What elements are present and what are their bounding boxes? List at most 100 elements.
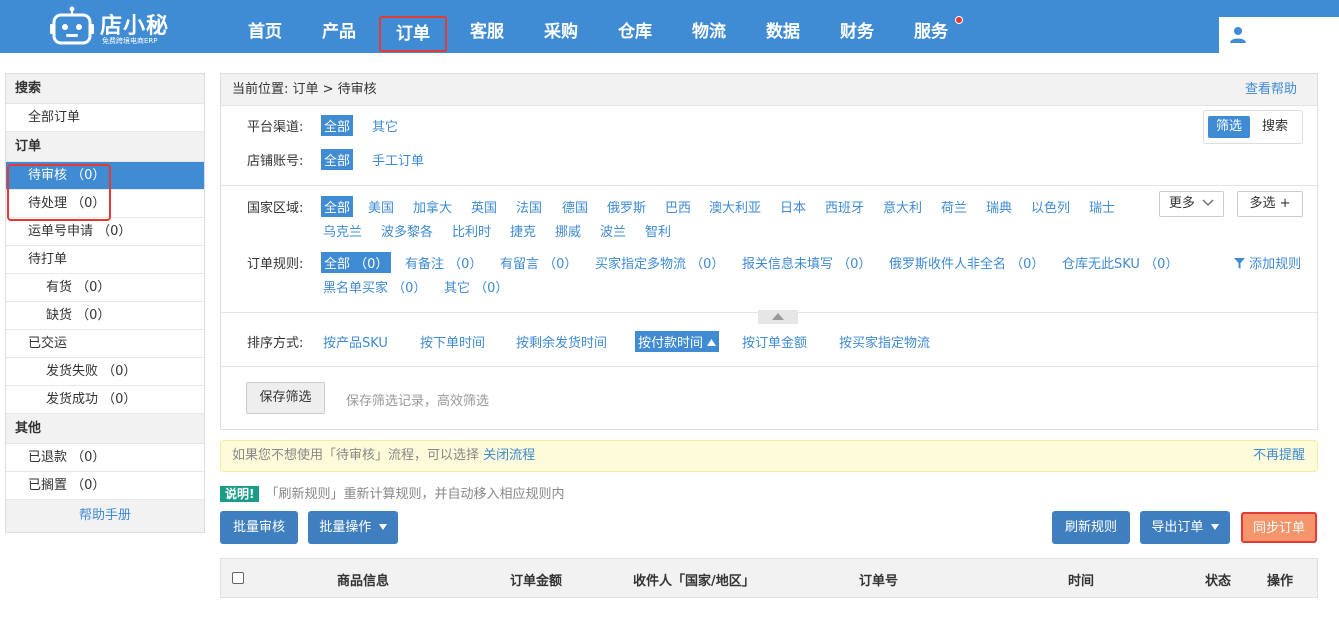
- filter-search-toggle: 筛选 搜索: [1203, 110, 1303, 144]
- country-label: 国家区域:: [247, 201, 304, 216]
- sidebar-head-orders: 订单: [6, 132, 204, 162]
- nav-purchase[interactable]: 采购: [528, 15, 594, 51]
- country-nl[interactable]: 荷兰: [941, 197, 967, 216]
- sidebar-item-ship-success[interactable]: 发货成功 （0）: [6, 386, 204, 414]
- sidebar-item-shelved[interactable]: 已搁置 （0）: [6, 472, 204, 500]
- rule-all[interactable]: 全部 （0）: [321, 252, 392, 273]
- add-rule-button[interactable]: 添加规则: [1234, 253, 1301, 272]
- shop-all[interactable]: 全部: [321, 149, 354, 170]
- sidebar-item-refunded[interactable]: 已退款 （0）: [6, 444, 204, 472]
- country-au[interactable]: 澳大利亚: [709, 197, 761, 216]
- sidebar-item-ship-fail[interactable]: 发货失败 （0）: [6, 358, 204, 386]
- platform-all[interactable]: 全部: [321, 115, 354, 136]
- country-fr[interactable]: 法国: [516, 197, 542, 216]
- sidebar-item-in-stock[interactable]: 有货 （0）: [6, 274, 204, 302]
- country-pr[interactable]: 波多黎各: [381, 221, 433, 240]
- select-all-checkbox[interactable]: [232, 572, 244, 584]
- top-nav-bar: 店小秘 免费跨境电商ERP 首页 产品 订单 客服 采购 仓库 物流 数据 财务…: [0, 0, 1339, 53]
- sidebar-item-out-stock[interactable]: 缺货 （0）: [6, 302, 204, 330]
- rule-customs-missing[interactable]: 报关信息未填写 （0）: [742, 253, 871, 272]
- country-ua[interactable]: 乌克兰: [323, 221, 362, 240]
- save-filter-hint: 保存筛选记录，高效筛选: [346, 394, 490, 409]
- nav-warehouse[interactable]: 仓库: [602, 15, 668, 51]
- multi-select-button[interactable]: 多选 +: [1237, 191, 1303, 217]
- country-ca[interactable]: 加拿大: [413, 197, 452, 216]
- nav-customer-service[interactable]: 客服: [454, 15, 520, 51]
- export-orders-button[interactable]: 导出订单: [1140, 511, 1230, 544]
- sidebar: 搜索 全部订单 订单 待审核 （0） 待处理 （0） 运单号申请 （0） 待打单…: [5, 73, 205, 533]
- country-se[interactable]: 瑞典: [986, 197, 1012, 216]
- breadcrumb-text: 当前位置: 订单 > 待审核: [232, 82, 377, 97]
- country-it[interactable]: 意大利: [883, 197, 922, 216]
- country-pl[interactable]: 波兰: [600, 221, 626, 240]
- rule-has-note[interactable]: 有备注 （0）: [405, 253, 482, 272]
- sort-order-time[interactable]: 按下单时间: [420, 332, 485, 351]
- logo[interactable]: 店小秘 免费跨境电商ERP: [50, 2, 180, 48]
- batch-review-button[interactable]: 批量审核: [220, 511, 298, 544]
- user-icon: [1230, 27, 1246, 43]
- nav-data[interactable]: 数据: [750, 15, 816, 51]
- export-orders-label: 导出订单: [1151, 520, 1204, 535]
- country-be[interactable]: 比利时: [452, 221, 491, 240]
- refresh-rules-button[interactable]: 刷新规则: [1052, 511, 1130, 544]
- sort-amount[interactable]: 按订单金额: [742, 332, 807, 351]
- country-cz[interactable]: 捷克: [510, 221, 536, 240]
- country-uk[interactable]: 英国: [471, 197, 497, 216]
- platform-label: 平台渠道:: [247, 120, 304, 135]
- sync-orders-button[interactable]: 同步订单: [1241, 512, 1317, 543]
- rule-no-sku[interactable]: 仓库无此SKU （0）: [1062, 253, 1178, 272]
- sort-asc-icon: [707, 339, 717, 346]
- highlight-box-sidebar: [7, 164, 111, 221]
- country-all[interactable]: 全部: [321, 196, 354, 217]
- platform-other[interactable]: 其它: [372, 116, 398, 135]
- nav-orders[interactable]: 订单: [379, 16, 447, 52]
- country-us[interactable]: 美国: [368, 197, 394, 216]
- sidebar-item-all-orders[interactable]: 全部订单: [6, 104, 204, 132]
- toggle-search[interactable]: 搜索: [1254, 116, 1296, 138]
- country-jp[interactable]: 日本: [780, 197, 806, 216]
- sort-pay-time[interactable]: 按付款时间: [635, 331, 720, 352]
- rule-has-message[interactable]: 有留言 （0）: [500, 253, 577, 272]
- nav-logistics[interactable]: 物流: [676, 15, 742, 51]
- collapse-toggle[interactable]: [758, 310, 798, 324]
- save-filter-button[interactable]: 保存筛选: [246, 382, 325, 414]
- col-actions: 操作: [1267, 574, 1294, 589]
- sort-sku[interactable]: 按产品SKU: [323, 332, 388, 351]
- sidebar-item-to-print[interactable]: 待打单: [6, 246, 204, 274]
- country-de[interactable]: 德国: [562, 197, 588, 216]
- rule-other[interactable]: 其它 （0）: [444, 277, 508, 296]
- sort-remaining-time[interactable]: 按剩余发货时间: [516, 332, 607, 351]
- sidebar-item-shipped[interactable]: 已交运: [6, 330, 204, 358]
- batch-ops-button[interactable]: 批量操作: [308, 511, 398, 544]
- col-order-number: 订单号: [859, 574, 899, 589]
- more-countries-button[interactable]: 更多: [1159, 191, 1224, 217]
- add-rule-label: 添加规则: [1249, 257, 1302, 272]
- nav-products[interactable]: 产品: [306, 15, 372, 51]
- robot-logo-icon: [50, 6, 94, 45]
- col-order-amount: 订单金额: [510, 574, 563, 589]
- country-no[interactable]: 挪威: [555, 221, 581, 240]
- country-ch[interactable]: 瑞士: [1089, 197, 1115, 216]
- col-time: 时间: [1068, 574, 1095, 589]
- nav-home[interactable]: 首页: [232, 15, 298, 51]
- user-menu[interactable]: [1219, 17, 1339, 53]
- batch-ops-label: 批量操作: [319, 520, 372, 535]
- country-cl[interactable]: 智利: [645, 221, 671, 240]
- col-recipient: 收件人「国家/地区」: [633, 574, 755, 589]
- shop-manual[interactable]: 手工订单: [372, 150, 424, 169]
- rule-russia-name[interactable]: 俄罗斯收件人非全名 （0）: [889, 253, 1044, 272]
- sidebar-help-link[interactable]: 帮助手册: [6, 500, 204, 532]
- toggle-filter[interactable]: 筛选: [1208, 116, 1250, 138]
- country-br[interactable]: 巴西: [665, 197, 691, 216]
- country-es[interactable]: 西班牙: [825, 197, 864, 216]
- sidebar-item-tracking-apply[interactable]: 运单号申请 （0）: [6, 218, 204, 246]
- country-ru[interactable]: 俄罗斯: [607, 197, 646, 216]
- country-il[interactable]: 以色列: [1031, 197, 1070, 216]
- dismiss-notice-link[interactable]: 不再提醒: [1253, 441, 1305, 471]
- nav-finance[interactable]: 财务: [824, 15, 890, 51]
- rule-multi-logistics[interactable]: 买家指定多物流 （0）: [595, 253, 724, 272]
- rule-blacklist[interactable]: 黑名单买家 （0）: [323, 277, 426, 296]
- sort-buyer-logistics[interactable]: 按买家指定物流: [839, 332, 930, 351]
- help-link[interactable]: 查看帮助: [1245, 74, 1297, 106]
- close-process-link[interactable]: 关闭流程: [483, 448, 535, 463]
